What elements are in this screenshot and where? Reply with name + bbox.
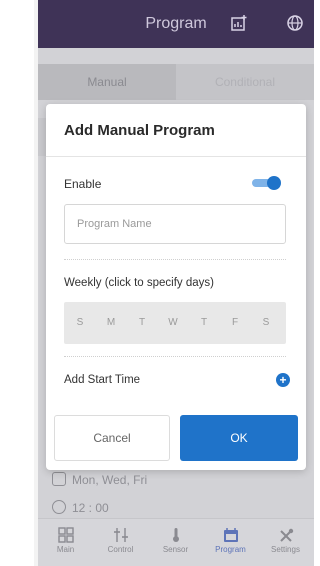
add-start-time-label: Add Start Time: [64, 374, 141, 386]
grid-icon: [57, 527, 74, 543]
ok-button[interactable]: OK: [180, 415, 298, 461]
nav-item-settings[interactable]: Settings: [258, 519, 313, 566]
tab-conditional[interactable]: Conditional: [176, 64, 314, 100]
thermometer-icon: [172, 528, 179, 542]
page-title: Program: [145, 15, 207, 32]
program-type-tabs: Manual Conditional: [38, 64, 314, 100]
tab-manual[interactable]: Manual: [38, 64, 176, 100]
divider: [64, 259, 286, 260]
nav-label-control: Control: [107, 545, 134, 554]
nav-label-settings: Settings: [271, 545, 300, 554]
divider: [64, 356, 286, 357]
toggle-knob: [267, 176, 281, 190]
add-manual-program-dialog: Add Manual Program Enable Weekly (click …: [46, 104, 306, 470]
day-selector: S M T W T F S: [64, 302, 286, 344]
day-monday[interactable]: M: [98, 302, 124, 344]
tools-icon: [279, 528, 293, 542]
nav-item-main[interactable]: Main: [38, 519, 93, 566]
program-card-edge: [38, 118, 46, 156]
plus-icon: +: [279, 373, 287, 387]
nav-item-sensor[interactable]: Sensor: [148, 519, 203, 566]
program-days-row: Mon, Wed, Fri: [52, 472, 147, 487]
dialog-divider: [46, 156, 306, 157]
clock-icon: [52, 500, 66, 514]
calendar-icon: [52, 472, 66, 486]
nav-item-control[interactable]: Control: [93, 519, 148, 566]
calendar-icon: [223, 528, 238, 542]
enable-toggle[interactable]: [252, 176, 281, 190]
program-time-row: 12 : 00: [52, 500, 109, 515]
nav-item-program[interactable]: Program: [203, 519, 258, 566]
nav-label-program: Program: [215, 545, 246, 554]
program-days: Mon, Wed, Fri: [72, 473, 148, 487]
program-name-input[interactable]: [64, 204, 286, 244]
day-wednesday[interactable]: W: [160, 302, 186, 344]
top-bar: Program: [38, 0, 314, 48]
nav-label-main: Main: [56, 545, 75, 554]
cancel-button[interactable]: Cancel: [54, 415, 170, 461]
chart-add-icon[interactable]: [230, 14, 248, 32]
globe-icon[interactable]: [286, 14, 304, 32]
enable-label: Enable: [64, 177, 102, 191]
day-sunday[interactable]: S: [67, 302, 93, 344]
bottom-navigation: Main Control Sensor Program Settings: [38, 518, 314, 566]
dialog-title: Add Manual Program: [64, 122, 215, 139]
day-thursday[interactable]: T: [191, 302, 217, 344]
weekly-label: Weekly (click to specify days): [64, 277, 214, 289]
day-tuesday[interactable]: T: [129, 302, 155, 344]
add-start-time-button[interactable]: +: [276, 373, 290, 387]
day-friday[interactable]: F: [222, 302, 248, 344]
nav-label-sensor: Sensor: [162, 545, 189, 554]
day-saturday[interactable]: S: [253, 302, 279, 344]
sliders-icon: [113, 528, 128, 542]
program-time: 12 : 00: [72, 501, 109, 515]
